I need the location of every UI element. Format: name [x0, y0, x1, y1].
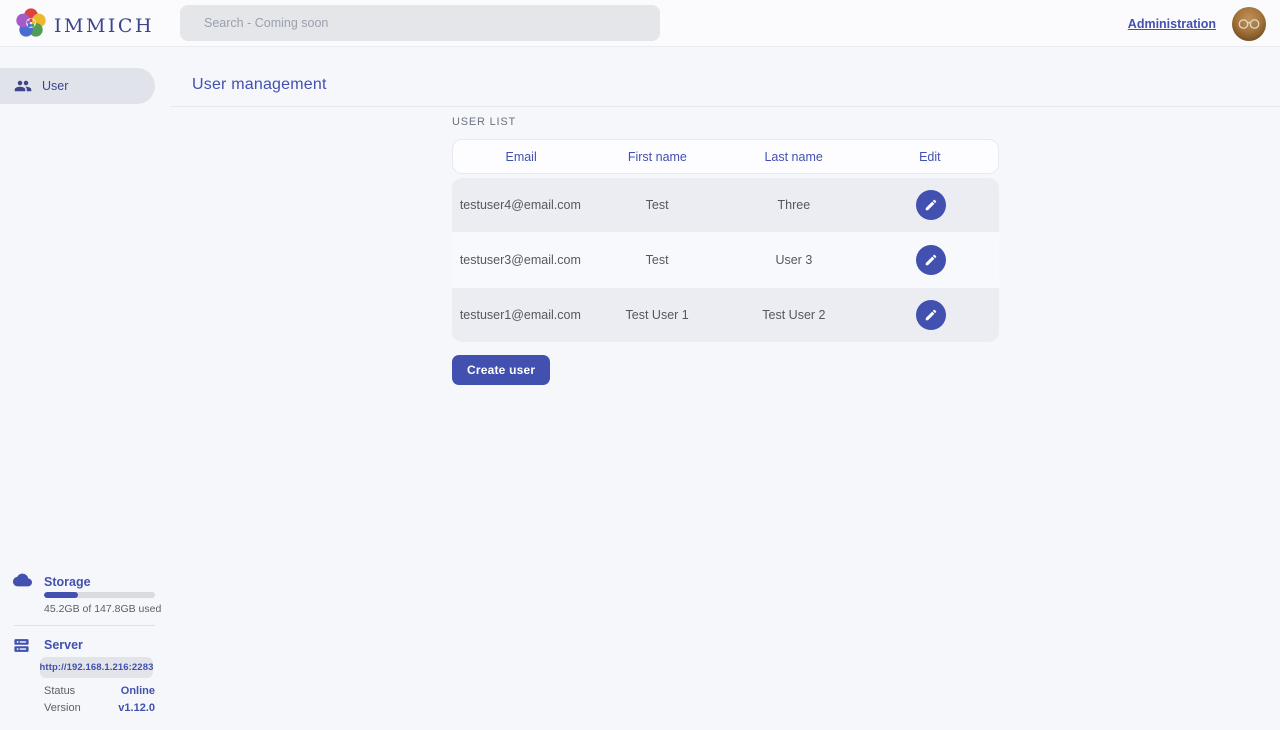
sidebar-item-label: User — [42, 79, 68, 93]
server-status-row: Status Online — [44, 685, 155, 697]
brand: IMMICH — [14, 6, 154, 45]
cell-last-name: Three — [726, 198, 863, 212]
immich-logo-icon — [14, 6, 48, 45]
pencil-icon — [924, 198, 938, 212]
cell-first-name: Test — [589, 253, 726, 267]
storage-used-label: 45.2GB of 147.8GB used — [44, 603, 161, 615]
pencil-icon — [924, 253, 938, 267]
administration-link[interactable]: Administration — [1128, 17, 1216, 31]
table-row: testuser3@email.com Test User 3 — [452, 233, 999, 287]
version-value: v1.12.0 — [118, 702, 155, 714]
cell-last-name: User 3 — [726, 253, 863, 267]
edit-user-button[interactable] — [916, 245, 946, 275]
page-title: User management — [192, 76, 327, 94]
cell-email: testuser1@email.com — [452, 308, 589, 322]
status-label: Status — [44, 685, 75, 697]
edit-user-button[interactable] — [916, 300, 946, 330]
users-icon — [14, 77, 32, 95]
glasses-icon — [1238, 18, 1260, 30]
version-label: Version — [44, 702, 81, 714]
header-divider — [170, 106, 1280, 107]
storage-progress-bar — [44, 592, 155, 598]
table-body: testuser4@email.com Test Three testuser3… — [452, 178, 999, 342]
column-header-edit: Edit — [862, 150, 998, 164]
table-row: testuser1@email.com Test User 1 Test Use… — [452, 288, 999, 342]
sidebar: User Storage 45.2GB of 147.8GB used Serv… — [0, 47, 170, 730]
table-row: testuser4@email.com Test Three — [452, 178, 999, 232]
server-icon — [13, 637, 30, 659]
status-value: Online — [121, 685, 155, 697]
search-bar — [180, 5, 660, 41]
table-header: Email First name Last name Edit — [452, 139, 999, 174]
edit-user-button[interactable] — [916, 190, 946, 220]
top-bar: IMMICH Administration — [0, 0, 1280, 47]
cell-first-name: Test User 1 — [589, 308, 726, 322]
server-version-row: Version v1.12.0 — [44, 702, 155, 714]
search-input[interactable] — [180, 5, 660, 41]
cloud-icon — [13, 573, 32, 592]
server-title: Server — [44, 638, 83, 652]
cell-first-name: Test — [589, 198, 726, 212]
brand-wordmark: IMMICH — [54, 15, 154, 37]
user-list-section: USER LIST Email First name Last name Edi… — [452, 116, 999, 385]
server-url-badge: http://192.168.1.216:2283 — [40, 657, 153, 678]
cell-email: testuser3@email.com — [452, 253, 589, 267]
top-right-actions: Administration — [1128, 0, 1266, 47]
column-header-last-name: Last name — [726, 150, 862, 164]
storage-progress-fill — [44, 592, 78, 598]
cell-email: testuser4@email.com — [452, 198, 589, 212]
column-header-email: Email — [453, 150, 589, 164]
cell-last-name: Test User 2 — [726, 308, 863, 322]
pencil-icon — [924, 308, 938, 322]
user-avatar[interactable] — [1232, 7, 1266, 41]
sidebar-item-user[interactable]: User — [0, 68, 155, 104]
storage-title: Storage — [44, 575, 91, 589]
column-header-first-name: First name — [589, 150, 725, 164]
create-user-button[interactable]: Create user — [452, 355, 550, 385]
sidebar-divider — [14, 625, 155, 626]
section-title: USER LIST — [452, 116, 999, 128]
